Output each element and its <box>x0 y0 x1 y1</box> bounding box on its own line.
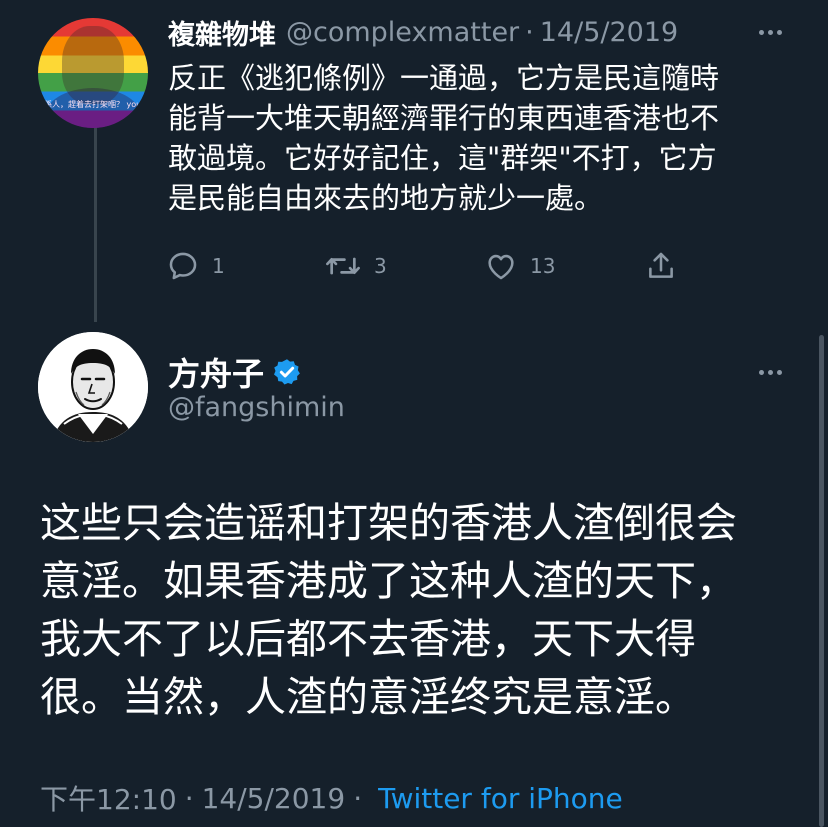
tweet-time[interactable]: 下午12:10 <box>40 778 177 818</box>
reply-tweet-date[interactable]: 14/5/2019 <box>540 17 678 48</box>
like-count: 13 <box>530 254 556 278</box>
like-action[interactable]: 13 <box>484 246 555 286</box>
reply-author-handle[interactable]: @complexmatter <box>286 17 519 48</box>
reply-count: 1 <box>212 254 225 278</box>
retweet-count: 3 <box>374 254 387 278</box>
retweet-action[interactable]: 3 <box>324 246 387 286</box>
share-upload-icon <box>649 252 673 278</box>
share-action[interactable] <box>644 246 678 286</box>
reply-tweet-header: 複雜物堆 @complexmatter · 14/5/2019 <box>168 12 678 52</box>
main-more-options-icon[interactable] <box>750 362 790 382</box>
main-tweet-text: 这些只会造谣和打架的香港人渣倒很会 意淫。如果香港成了这种人渣的天下， 我大不了… <box>40 499 737 721</box>
thread-connector-line <box>94 126 97 322</box>
retweet-arrows-icon <box>326 257 360 275</box>
scrollbar-thumb[interactable] <box>819 335 824 827</box>
meta-separator-dot-2: · <box>353 781 363 815</box>
verified-badge-icon <box>274 359 300 385</box>
main-author-name[interactable]: 方舟子 <box>168 349 264 395</box>
speech-bubble-icon <box>169 252 197 280</box>
reply-tweet-action-bar: 1 3 13 <box>160 246 700 286</box>
main-author-avatar[interactable] <box>38 332 148 442</box>
reply-more-options-icon[interactable] <box>750 22 790 42</box>
tweet-source-link[interactable]: Twitter for iPhone <box>378 782 623 815</box>
reply-tweet-text: 反正《逃犯條例》一通過，它方是民這隨時 能背一大堆天朝經濟罪行的東西連香港也不 … <box>168 61 720 215</box>
main-author-handle[interactable]: @fangshimin <box>168 392 345 423</box>
reply-separator-dot: · <box>525 16 534 48</box>
reply-author-name[interactable]: 複雜物堆 <box>168 13 276 52</box>
meta-separator-dot: · <box>184 781 194 815</box>
portrait-sketch-image <box>38 332 148 442</box>
reply-author-avatar[interactable]: 係人，趕着去打架嗰？ you hurrying to <box>38 18 148 128</box>
tweet-date[interactable]: 14/5/2019 <box>202 782 346 815</box>
reply-action[interactable]: 1 <box>166 246 225 286</box>
main-author-name-row: 方舟子 <box>168 350 302 394</box>
avatar-caption: 係人，趕着去打架嗰？ you hurrying to <box>44 100 142 109</box>
tweet-thread-screen: 係人，趕着去打架嗰？ you hurrying to 複雜物堆 @complex… <box>0 0 828 827</box>
heart-icon <box>488 254 514 280</box>
main-tweet-metadata: 下午12:10 · 14/5/2019 · Twitter for iPhone <box>40 778 623 818</box>
